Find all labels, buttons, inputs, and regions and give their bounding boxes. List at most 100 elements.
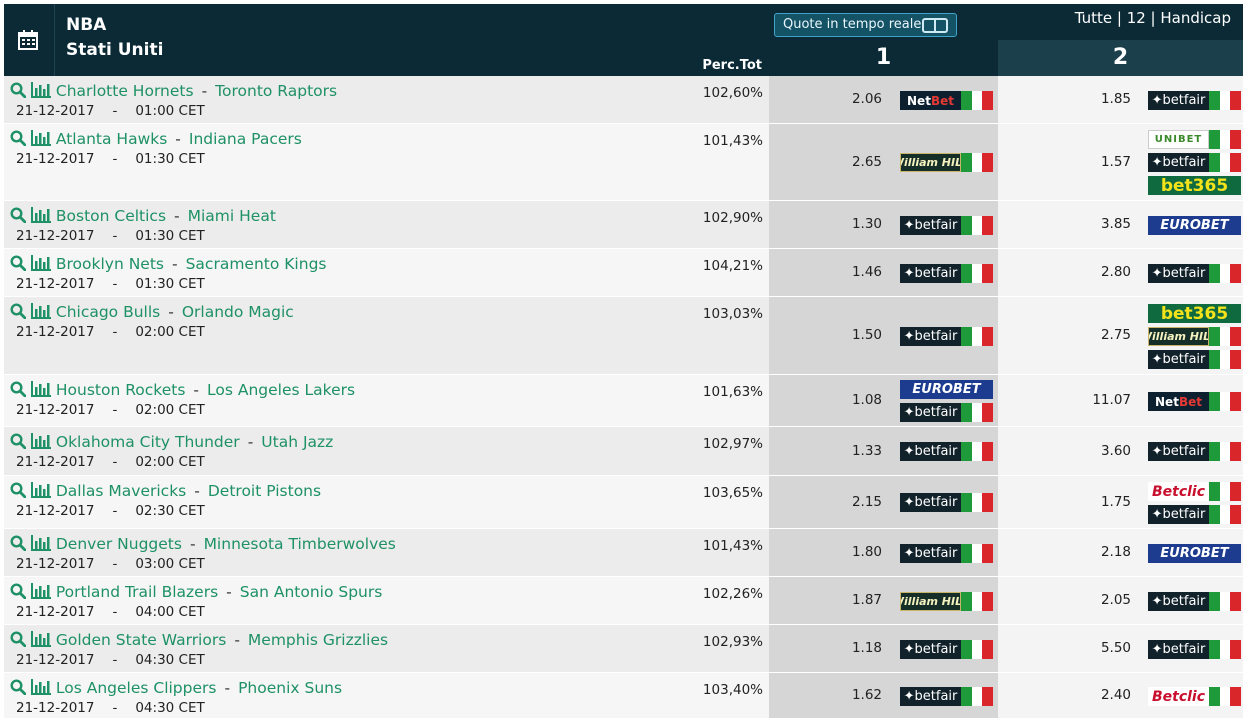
bookmaker-betfair[interactable]: ✦ betfair <box>900 442 994 461</box>
odd-value-1[interactable]: 1.46 <box>852 264 882 280</box>
odd-value-2[interactable]: 1.85 <box>1101 91 1131 107</box>
odds-cell-1[interactable]: 1.30 <box>769 201 894 248</box>
away-team-link[interactable]: Phoenix Suns <box>238 679 342 697</box>
bookmaker-betfair[interactable]: ✦ betfair <box>900 493 994 512</box>
stats-icon[interactable] <box>30 583 51 603</box>
odd-value-2[interactable]: 2.80 <box>1101 264 1131 280</box>
home-team-link[interactable]: Dallas Mavericks <box>56 482 186 500</box>
home-team-link[interactable]: Charlotte Hornets <box>56 82 194 100</box>
search-icon[interactable] <box>10 583 27 603</box>
toggle-icon[interactable] <box>922 18 948 33</box>
bookmaker-betfair[interactable]: ✦ betfair <box>900 327 994 346</box>
odds-cell-2[interactable]: 3.60 <box>998 427 1143 475</box>
search-icon[interactable] <box>10 255 27 275</box>
bookmaker-williamhill[interactable]: William HILL <box>900 592 994 611</box>
odds-cell-1[interactable]: 1.18 <box>769 625 894 672</box>
search-icon[interactable] <box>10 482 27 502</box>
bookmaker-betfair[interactable]: ✦ betfair <box>1148 505 1242 524</box>
search-icon[interactable] <box>10 207 27 227</box>
bookmaker-betfair[interactable]: ✦ betfair <box>1148 91 1242 110</box>
stats-icon[interactable] <box>30 535 51 555</box>
stats-icon[interactable] <box>30 255 51 275</box>
home-team-link[interactable]: Atlanta Hawks <box>56 130 167 148</box>
calendar-icon[interactable] <box>17 29 41 51</box>
odds-cell-2[interactable]: 1.85 <box>998 76 1143 123</box>
bookmaker-betfair[interactable]: ✦ betfair <box>900 216 994 235</box>
bookmaker-bet365[interactable]: bet365 <box>1148 176 1241 195</box>
bookmaker-betfair[interactable]: ✦ betfair <box>900 403 994 422</box>
home-team-link[interactable]: Los Angeles Clippers <box>56 679 217 697</box>
search-icon[interactable] <box>10 82 27 102</box>
odds-cell-2[interactable]: 3.85 <box>998 201 1143 248</box>
odd-value-1[interactable]: 2.65 <box>852 154 882 170</box>
stats-icon[interactable] <box>30 303 51 323</box>
odds-cell-1[interactable]: 1.80 <box>769 529 894 576</box>
bookmaker-betfair[interactable]: ✦ betfair <box>1148 442 1242 461</box>
home-team-link[interactable]: Denver Nuggets <box>56 535 182 553</box>
bookmaker-betclic[interactable]: Betclic <box>1148 687 1242 706</box>
bookmaker-betfair[interactable]: ✦ betfair <box>900 264 994 283</box>
search-icon[interactable] <box>10 679 27 699</box>
home-team-link[interactable]: Chicago Bulls <box>56 303 160 321</box>
home-team-link[interactable]: Boston Celtics <box>56 207 166 225</box>
bookmaker-betfair[interactable]: ✦ betfair <box>1148 264 1242 283</box>
home-team-link[interactable]: Oklahoma City Thunder <box>56 433 240 451</box>
bookmaker-williamhill[interactable]: William HILL <box>1148 327 1242 346</box>
stats-icon[interactable] <box>30 433 51 453</box>
away-team-link[interactable]: Orlando Magic <box>182 303 294 321</box>
away-team-link[interactable]: Los Angeles Lakers <box>207 381 355 399</box>
odd-value-1[interactable]: 1.80 <box>852 544 882 560</box>
odd-value-2[interactable]: 3.60 <box>1101 443 1131 459</box>
odds-cell-2[interactable]: 1.75 <box>998 476 1143 528</box>
away-team-link[interactable]: Sacramento Kings <box>186 255 327 273</box>
bookmaker-williamhill[interactable]: William HILL <box>900 153 994 172</box>
bookmaker-unibet[interactable]: UNIBET <box>1148 130 1242 149</box>
search-icon[interactable] <box>10 433 27 453</box>
odd-value-1[interactable]: 1.18 <box>852 640 882 656</box>
odds-cell-1[interactable]: 1.62 <box>769 673 894 718</box>
stats-icon[interactable] <box>30 679 51 699</box>
odd-value-2[interactable]: 2.40 <box>1101 687 1131 703</box>
odds-cell-2[interactable]: 1.57 <box>998 124 1143 200</box>
odd-value-2[interactable]: 2.05 <box>1101 592 1131 608</box>
away-team-link[interactable]: Utah Jazz <box>261 433 333 451</box>
odds-cell-2[interactable]: 2.75 <box>998 297 1143 374</box>
odd-value-1[interactable]: 2.06 <box>852 91 882 107</box>
bookmaker-betfair[interactable]: ✦ betfair <box>1148 153 1242 172</box>
search-icon[interactable] <box>10 535 27 555</box>
odd-value-2[interactable]: 11.07 <box>1092 392 1131 408</box>
bookmaker-betfair[interactable]: ✦ betfair <box>900 544 994 563</box>
odd-value-1[interactable]: 1.30 <box>852 216 882 232</box>
home-team-link[interactable]: Brooklyn Nets <box>56 255 164 273</box>
home-team-link[interactable]: Houston Rockets <box>56 381 186 399</box>
odd-value-2[interactable]: 5.50 <box>1101 640 1131 656</box>
odd-value-1[interactable]: 1.62 <box>852 687 882 703</box>
odds-cell-2[interactable]: 5.50 <box>998 625 1143 672</box>
odds-cell-1[interactable]: 1.50 <box>769 297 894 374</box>
odds-cell-2[interactable]: 2.18 <box>998 529 1143 576</box>
odds-cell-1[interactable]: 1.87 <box>769 577 894 624</box>
away-team-link[interactable]: Detroit Pistons <box>208 482 321 500</box>
stats-icon[interactable] <box>30 130 51 150</box>
bookmaker-eurobet[interactable]: EUROBET <box>900 380 993 399</box>
bookmaker-betfair[interactable]: ✦ betfair <box>1148 350 1242 369</box>
bookmaker-betfair[interactable]: ✦ betfair <box>1148 640 1242 659</box>
market-filters[interactable]: Tutte | 12 | Handicap <box>1075 9 1231 27</box>
stats-icon[interactable] <box>30 482 51 502</box>
bookmaker-bet365[interactable]: bet365 <box>1148 304 1241 323</box>
away-team-link[interactable]: Toronto Raptors <box>215 82 337 100</box>
odd-value-2[interactable]: 2.18 <box>1101 544 1131 560</box>
odd-value-2[interactable]: 1.75 <box>1101 494 1131 510</box>
odds-cell-2[interactable]: 2.40 <box>998 673 1143 718</box>
bookmaker-netbet[interactable]: Net Bet <box>900 91 994 110</box>
bookmaker-eurobet[interactable]: EUROBET <box>1148 544 1241 563</box>
bookmaker-betfair[interactable]: ✦ betfair <box>1148 592 1242 611</box>
bookmaker-eurobet[interactable]: EUROBET <box>1148 216 1241 235</box>
bookmaker-netbet[interactable]: Net Bet <box>1148 392 1242 411</box>
odds-cell-1[interactable]: 2.65 <box>769 124 894 200</box>
odd-value-1[interactable]: 1.33 <box>852 443 882 459</box>
bookmaker-betfair[interactable]: ✦ betfair <box>900 640 994 659</box>
odd-value-1[interactable]: 2.15 <box>852 494 882 510</box>
stats-icon[interactable] <box>30 82 51 102</box>
search-icon[interactable] <box>10 130 27 150</box>
